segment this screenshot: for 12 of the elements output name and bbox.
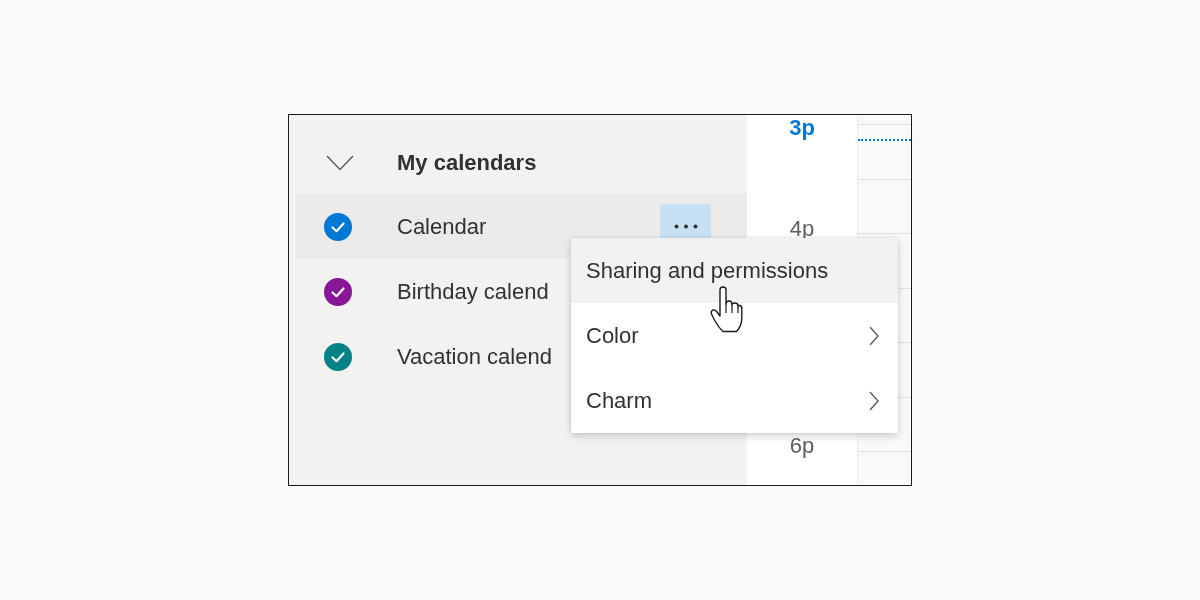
checkbox-icon[interactable] (324, 212, 352, 241)
current-time-line (858, 139, 911, 141)
time-label: 3p (789, 115, 815, 141)
time-label: 6p (789, 433, 815, 459)
checkbox-icon[interactable] (324, 342, 352, 371)
hand-cursor-icon (710, 286, 743, 333)
more-icon (673, 224, 698, 229)
menu-item[interactable]: Charm (571, 368, 898, 433)
checkbox-icon[interactable] (324, 277, 352, 306)
menu-item[interactable]: Sharing and permissions (571, 238, 898, 303)
section-header[interactable]: My calendars (296, 131, 537, 194)
menu-item[interactable]: Color (571, 303, 898, 368)
